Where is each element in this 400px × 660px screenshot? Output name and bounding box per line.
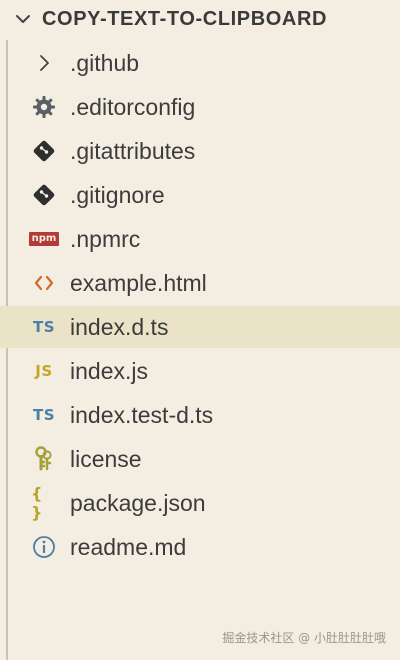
file-label: index.js xyxy=(70,358,148,384)
chevron-right-icon[interactable] xyxy=(31,50,57,76)
file-item-index-test-d-ts[interactable]: TS index.test-d.ts xyxy=(0,394,400,436)
typescript-icon: TS xyxy=(32,406,56,424)
file-item-license[interactable]: license xyxy=(0,438,400,480)
file-label: .gitattributes xyxy=(70,138,196,164)
license-key-icon xyxy=(31,446,57,472)
file-label: license xyxy=(70,446,142,472)
file-item-index-d-ts[interactable]: TS index.d.ts xyxy=(0,306,400,348)
file-label: .gitignore xyxy=(70,182,165,208)
file-label: index.d.ts xyxy=(70,314,169,340)
file-item-example-html[interactable]: example.html xyxy=(0,262,400,304)
git-icon xyxy=(31,182,57,208)
typescript-icon: TS xyxy=(32,318,56,336)
explorer-title: COPY-TEXT-TO-CLIPBOARD xyxy=(42,8,328,30)
file-label: .editorconfig xyxy=(70,94,196,120)
file-item-index-js[interactable]: JS index.js xyxy=(0,350,400,392)
json-braces-icon: { } xyxy=(31,484,43,522)
gear-icon xyxy=(31,94,57,120)
file-label: example.html xyxy=(70,270,207,296)
file-label: package.json xyxy=(70,490,206,516)
chevron-down-icon[interactable] xyxy=(14,10,32,28)
folder-item-github[interactable]: .github xyxy=(0,42,400,84)
explorer-section-header[interactable]: COPY-TEXT-TO-CLIPBOARD xyxy=(0,0,400,38)
info-icon xyxy=(31,534,57,560)
file-item-gitattributes[interactable]: .gitattributes xyxy=(0,130,400,172)
file-item-npmrc[interactable]: npm .npmrc xyxy=(0,218,400,260)
file-item-package-json[interactable]: { } package.json xyxy=(0,482,400,524)
git-icon xyxy=(31,138,57,164)
file-explorer-panel: COPY-TEXT-TO-CLIPBOARD .github .editorco… xyxy=(0,0,400,660)
file-label: index.test-d.ts xyxy=(70,402,214,428)
file-item-readme-md[interactable]: readme.md xyxy=(0,526,400,568)
file-label: .npmrc xyxy=(70,226,141,252)
npm-icon: npm xyxy=(28,226,60,252)
file-item-editorconfig[interactable]: .editorconfig xyxy=(0,86,400,128)
file-label: readme.md xyxy=(70,534,187,560)
file-item-gitignore[interactable]: .gitignore xyxy=(0,174,400,216)
javascript-icon: JS xyxy=(35,362,53,380)
html-code-icon xyxy=(31,270,57,296)
file-label: .github xyxy=(70,50,140,76)
npm-icon-text: npm xyxy=(28,232,60,246)
watermark: 掘金技术社区 @ 小肚肚肚肚哦 xyxy=(222,631,386,645)
